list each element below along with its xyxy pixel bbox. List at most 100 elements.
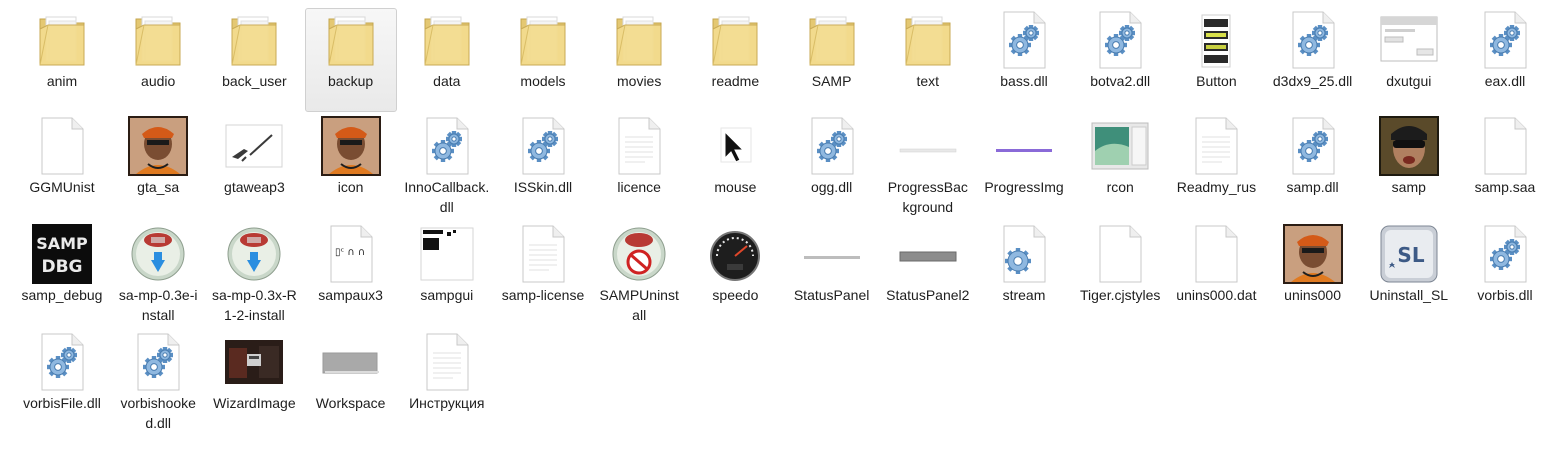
file-item[interactable]: sampgui <box>401 222 493 326</box>
file-name-label: samp.dll <box>1286 179 1339 195</box>
wizard-image-icon <box>219 331 289 393</box>
file-item[interactable]: InnoCallback.dll <box>401 114 493 218</box>
file-name-label: movies <box>617 73 662 89</box>
file-item[interactable]: Button <box>1170 8 1262 112</box>
file-name-label: models <box>520 73 566 89</box>
dll-file-icon <box>1085 9 1155 71</box>
file-name-label: anim <box>46 73 78 89</box>
file-name-label: Uninstall_SL <box>1369 287 1449 303</box>
file-item[interactable]: SAMP DBG samp_debug <box>16 222 108 326</box>
file-item[interactable]: ProgressBackground <box>882 114 974 218</box>
cj-portrait-icon <box>316 115 386 177</box>
file-item[interactable]: backup <box>304 8 397 112</box>
file-item[interactable]: samp-license <box>497 222 589 326</box>
text-file-icon <box>508 223 578 285</box>
dll-file-icon <box>1470 9 1540 71</box>
file-name-label: vorbishooked.dll <box>120 395 196 431</box>
file-item[interactable]: licence <box>593 114 685 218</box>
file-item[interactable]: ISSkin.dll <box>497 114 589 218</box>
file-item[interactable]: models <box>497 8 589 112</box>
file-name-label: vorbis.dll <box>1477 287 1533 303</box>
file-name-label: WizardImage <box>213 395 296 411</box>
file-item[interactable]: icon <box>305 114 397 218</box>
file-icon-grid: anim audio back_user backup data models … <box>0 0 1551 476</box>
file-item[interactable]: samp.saa <box>1459 114 1551 218</box>
file-name-label: speedo <box>712 287 759 303</box>
file-name-label: GGMUnist <box>29 179 95 195</box>
file-item[interactable]: Workspace <box>305 330 397 434</box>
file-item[interactable]: SL Uninstall_SL <box>1363 222 1455 326</box>
cj-portrait-icon <box>123 115 193 177</box>
dll-file-icon <box>1278 115 1348 177</box>
folder-icon <box>508 9 578 71</box>
samp-portrait-icon <box>1374 115 1444 177</box>
sampgui-image-icon <box>412 223 482 285</box>
file-item[interactable]: unins000.dat <box>1170 222 1262 326</box>
file-item[interactable]: samp.dll <box>1267 114 1359 218</box>
file-item[interactable]: botva2.dll <box>1074 8 1166 112</box>
file-item[interactable]: vorbishooked.dll <box>112 330 204 434</box>
file-item[interactable]: ProgressImg <box>978 114 1070 218</box>
file-item[interactable]: vorbis.dll <box>1459 222 1551 326</box>
file-name-label: sa-mp-0.3e-install <box>118 287 198 323</box>
dll-file-icon <box>1278 9 1348 71</box>
status-panel2-icon <box>893 223 963 285</box>
file-item[interactable]: ogg.dll <box>786 114 878 218</box>
text-file-icon <box>412 331 482 393</box>
file-name-label: ogg.dll <box>810 179 853 195</box>
file-item[interactable]: Инструкция <box>401 330 493 434</box>
file-item[interactable]: Tiger.cjstyles <box>1074 222 1166 326</box>
folder-icon <box>412 9 482 71</box>
dialog-image-icon <box>1374 9 1444 71</box>
progress-background-icon <box>893 115 963 177</box>
folder-icon <box>604 9 674 71</box>
folder-icon <box>316 9 386 71</box>
file-name-label: samp_debug <box>21 287 103 303</box>
file-name-label: data <box>433 73 461 89</box>
file-item[interactable]: gta_sa <box>112 114 204 218</box>
file-item[interactable]: SAMPUninstall <box>593 222 685 326</box>
file-item[interactable]: sa-mp-0.3e-install <box>112 222 204 326</box>
dll-file-icon <box>412 115 482 177</box>
text-file-icon <box>1181 115 1251 177</box>
file-item[interactable]: StatusPanel2 <box>882 222 974 326</box>
file-item[interactable]: mouse <box>689 114 781 218</box>
file-item[interactable]: rcon <box>1074 114 1166 218</box>
file-item[interactable]: GGMUnist <box>16 114 108 218</box>
file-item[interactable]: SAMP <box>786 8 878 112</box>
file-item[interactable]: speedo <box>689 222 781 326</box>
file-item[interactable]: Readmy_rus <box>1170 114 1262 218</box>
file-item[interactable]: d3dx9_25.dll <box>1267 8 1359 112</box>
samp-dbg-icon: SAMP DBG <box>27 223 97 285</box>
file-item[interactable]: vorbisFile.dll <box>16 330 108 434</box>
file-name-label: audio <box>141 73 176 89</box>
file-item[interactable]: WizardImage <box>208 330 300 434</box>
file-item[interactable]: readme <box>689 8 781 112</box>
file-item[interactable]: sa-mp-0.3x-R1-2-install <box>208 222 300 326</box>
file-name-label: ProgressImg <box>984 179 1064 195</box>
file-name-label: botva2.dll <box>1090 73 1151 89</box>
installer-globe-icon <box>123 223 193 285</box>
blank-file-icon <box>1470 115 1540 177</box>
file-item[interactable]: back_user <box>208 8 300 112</box>
file-item[interactable]: data <box>401 8 493 112</box>
file-item[interactable]: bass.dll <box>978 8 1070 112</box>
file-item[interactable]: anim <box>16 8 108 112</box>
file-item[interactable]: samp <box>1363 114 1455 218</box>
file-item[interactable]: audio <box>112 8 204 112</box>
file-item[interactable]: stream <box>978 222 1070 326</box>
file-name-label: samp-license <box>501 287 585 303</box>
file-item[interactable]: gtaweap3 <box>208 114 300 218</box>
sl-logo-icon: SL <box>1374 223 1444 285</box>
file-name-label: stream <box>1002 287 1046 303</box>
blank-file-icon <box>27 115 97 177</box>
uninstall-globe-icon <box>604 223 674 285</box>
file-item[interactable]: movies <box>593 8 685 112</box>
file-item[interactable]: eax.dll <box>1459 8 1551 112</box>
file-item[interactable]: text <box>882 8 974 112</box>
file-item[interactable]: StatusPanel <box>786 222 878 326</box>
file-item[interactable]: dxutgui <box>1363 8 1455 112</box>
file-item[interactable]: ▯ᶜ ∩ ∩ sampaux3 <box>305 222 397 326</box>
file-name-label: gta_sa <box>137 179 180 195</box>
file-item[interactable]: unins000 <box>1267 222 1359 326</box>
